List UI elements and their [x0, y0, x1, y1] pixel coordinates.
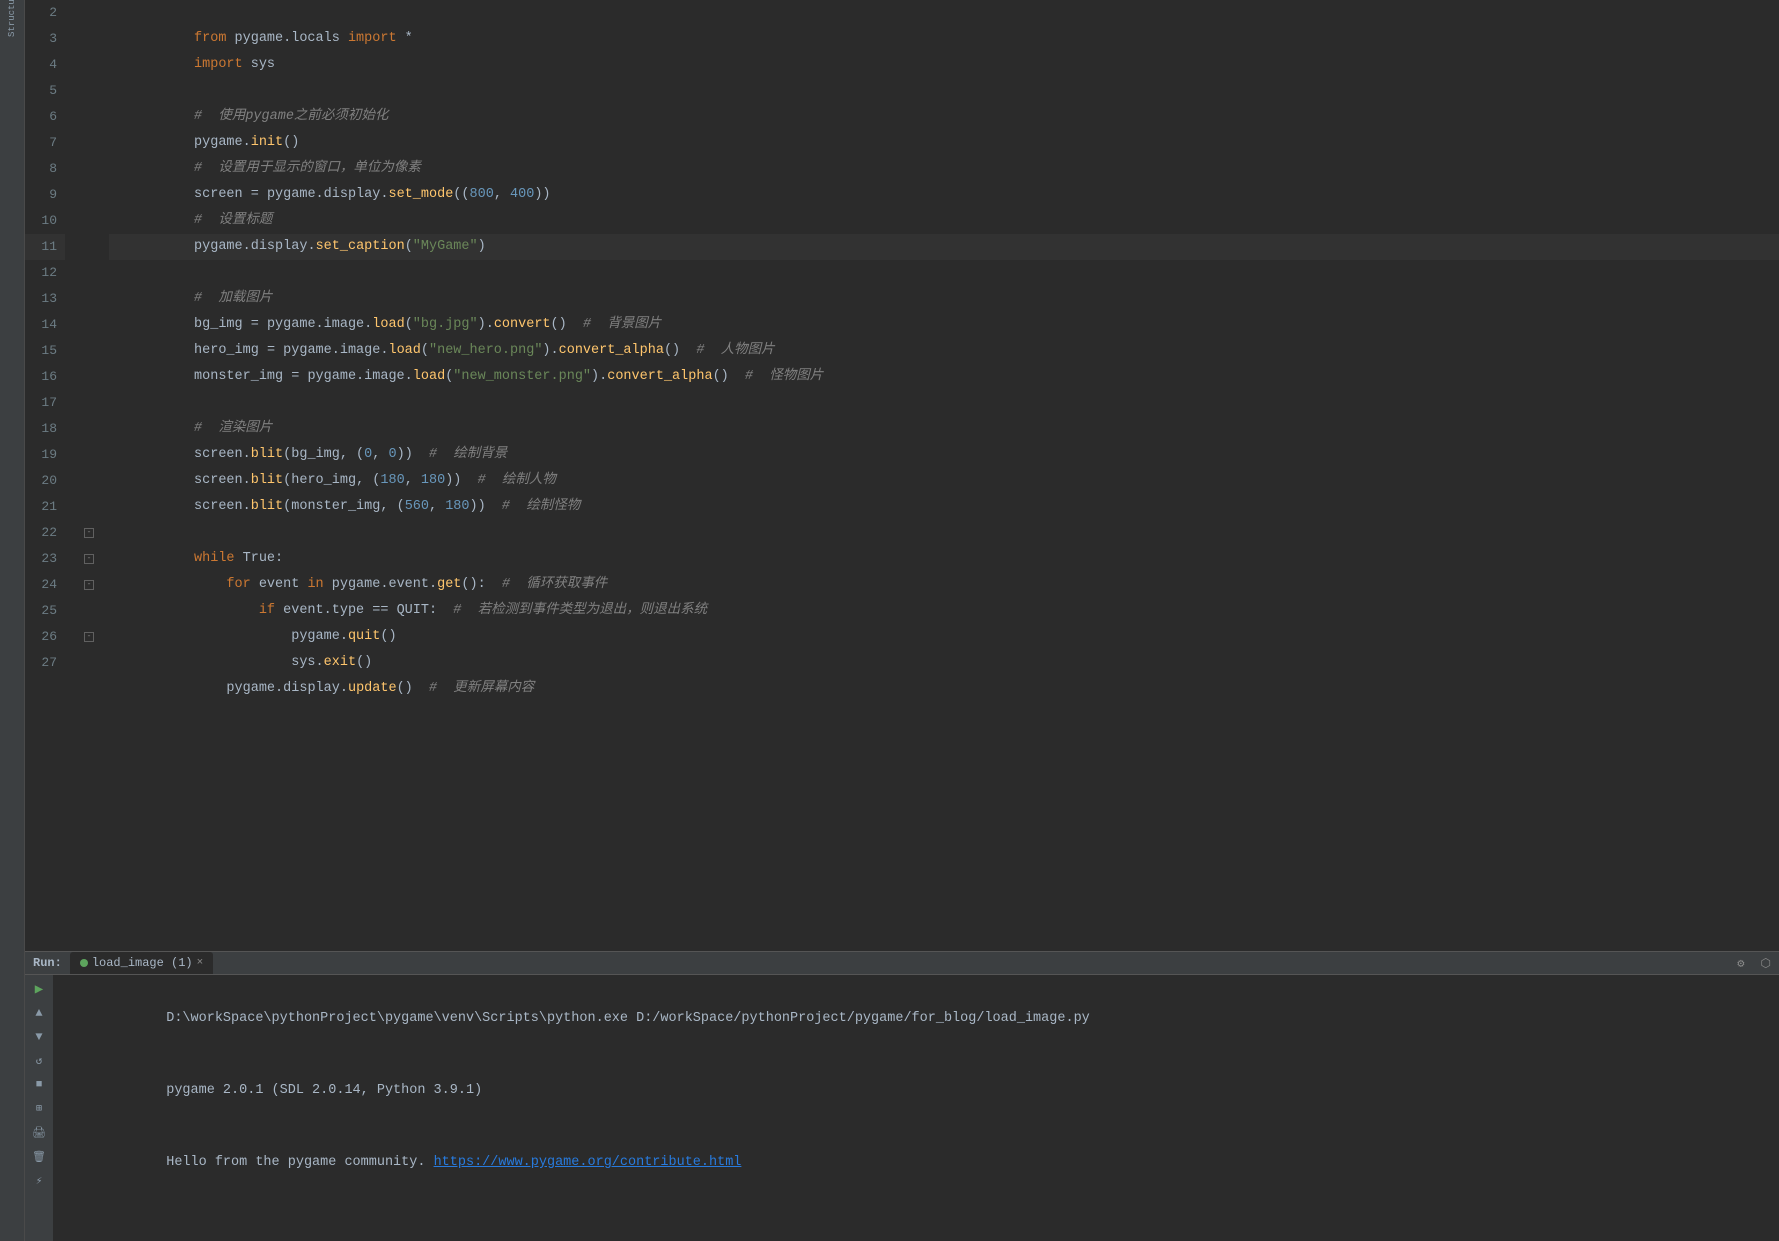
- main-layout: Structure 2 3 4 5 6 7 8 9 10 11 12 13 14…: [0, 0, 1779, 1241]
- run-tab[interactable]: load_image (1) ×: [70, 952, 213, 974]
- run-down-icon[interactable]: ▼: [29, 1027, 49, 1047]
- run-print-icon[interactable]: 🖨: [29, 1123, 49, 1143]
- run-header: Run: load_image (1) × ⚙ ⬡: [25, 952, 1779, 975]
- code-editor: 2 3 4 5 6 7 8 9 10 11 12 13 14 15 16 17 …: [25, 0, 1779, 951]
- code-content[interactable]: from pygame.locals import * import sys #…: [105, 0, 1779, 951]
- code-line-7: # 设置用于显示的窗口，单位为像素: [109, 130, 1779, 156]
- run-tab-name: load_image (1): [92, 956, 193, 970]
- run-clear-icon[interactable]: 🗑: [29, 1147, 49, 1167]
- maximize-icon[interactable]: ⬡: [1761, 956, 1771, 971]
- run-tab-close[interactable]: ×: [197, 957, 204, 969]
- line-numbers: 2 3 4 5 6 7 8 9 10 11 12 13 14 15 16 17 …: [25, 0, 75, 951]
- output-hello: Hello from the pygame community. https:/…: [69, 1127, 1763, 1199]
- gutter-area: - - - -: [75, 0, 105, 951]
- bottom-panel: Run: load_image (1) × ⚙ ⬡ ▶ ▲ ▼ ↺ ■: [25, 951, 1779, 1241]
- output-command: D:\workSpace\pythonProject\pygame\venv\S…: [69, 983, 1763, 1055]
- code-line-12: # 加载图片: [109, 260, 1779, 286]
- settings-icon[interactable]: ⚙: [1737, 956, 1744, 971]
- code-line-18: screen.blit(bg_img, (0, 0)) # 绘制背景: [109, 416, 1779, 442]
- run-stop-icon[interactable]: ■: [29, 1075, 49, 1095]
- run-content: ▶ ▲ ▼ ↺ ■ ⊞ 🖨 🗑 ⚡ D:\workSpace\pythonPro…: [25, 975, 1779, 1241]
- code-line-10: pygame.display.set_caption("MyGame"): [109, 208, 1779, 234]
- editor-area: 2 3 4 5 6 7 8 9 10 11 12 13 14 15 16 17 …: [25, 0, 1779, 1241]
- left-sidebar: Structure: [0, 0, 25, 1241]
- output-process-finished: Process finished with exit code 0: [69, 1223, 1763, 1241]
- run-label: Run:: [33, 956, 62, 970]
- code-line-2: from pygame.locals import *: [109, 0, 1779, 26]
- run-layout-icon[interactable]: ⊞: [29, 1099, 49, 1119]
- code-line-4: [109, 52, 1779, 78]
- run-filter-icon[interactable]: ⚡: [29, 1171, 49, 1191]
- green-status-dot: [80, 959, 88, 967]
- output-empty: [69, 1199, 1763, 1223]
- output-hello-link[interactable]: https://www.pygame.org/contribute.html: [434, 1155, 742, 1170]
- run-play-icon[interactable]: ▶: [29, 979, 49, 999]
- run-output: D:\workSpace\pythonProject\pygame\venv\S…: [53, 975, 1779, 1241]
- run-rerun-icon[interactable]: ↺: [29, 1051, 49, 1071]
- structure-icon[interactable]: Structure: [3, 4, 21, 22]
- code-line-17: # 渲染图片: [109, 390, 1779, 416]
- run-up-icon[interactable]: ▲: [29, 1003, 49, 1023]
- code-line-13: bg_img = pygame.image.load("bg.jpg").con…: [109, 286, 1779, 312]
- code-line-22: while True:: [109, 520, 1779, 546]
- code-line-5: # 使用pygame之前必须初始化: [109, 78, 1779, 104]
- code-line-23: for event in pygame.event.get(): # 循环获取事…: [109, 546, 1779, 572]
- run-left-icons: ▶ ▲ ▼ ↺ ■ ⊞ 🖨 🗑 ⚡: [25, 975, 53, 1241]
- output-pygame-version: pygame 2.0.1 (SDL 2.0.14, Python 3.9.1): [69, 1055, 1763, 1127]
